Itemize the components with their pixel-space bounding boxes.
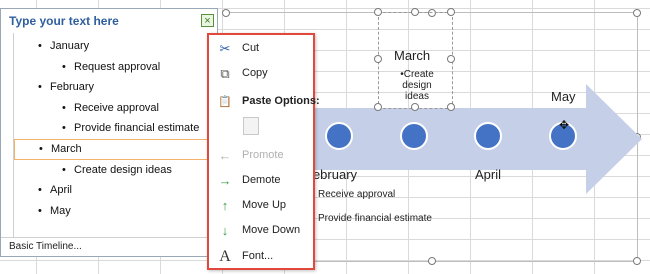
menu-item-label: Paste Options: [242, 95, 320, 107]
list-item-march-selected[interactable]: March [14, 139, 216, 160]
clipboard-icon: 📋 [218, 96, 232, 108]
font-icon: A [219, 248, 231, 265]
menu-item-label: Move Down [242, 224, 301, 236]
timeline-marker[interactable] [325, 122, 353, 150]
menu-item-font[interactable]: A Font... [209, 247, 313, 267]
arrow-up-icon: ↑ [221, 198, 229, 213]
list-item-february[interactable]: February [38, 81, 94, 93]
menu-item-move-down[interactable]: ↓ Move Down [209, 221, 313, 241]
list-item-january[interactable]: January [38, 40, 89, 52]
pane-divider [1, 237, 217, 238]
march-label: March [394, 48, 431, 63]
menu-item-move-up[interactable]: ↑ Move Up [209, 196, 313, 216]
text-pane-list[interactable]: January Request approval February Receiv… [13, 33, 218, 238]
april-label: April [475, 167, 502, 182]
resize-handle[interactable] [411, 8, 419, 16]
resize-handle[interactable] [411, 103, 419, 111]
menu-item-label: Demote [242, 174, 281, 186]
layout-name-link[interactable]: Basic Timeline... [9, 241, 82, 252]
resize-handle[interactable] [374, 55, 382, 63]
menu-item-label: Cut [242, 42, 260, 54]
menu-item-demote[interactable]: → Demote [209, 171, 313, 191]
menu-item-label: Promote [242, 149, 284, 161]
timeline-marker[interactable] [474, 122, 502, 150]
resize-handle[interactable] [633, 257, 641, 265]
menu-item-cut[interactable]: ✂ Cut [209, 39, 313, 59]
list-item-april[interactable]: April [38, 184, 72, 196]
paste-keep-formatting-icon[interactable] [243, 117, 259, 135]
resize-handle[interactable] [374, 103, 382, 111]
resize-handle[interactable] [447, 55, 455, 63]
list-item[interactable]: Create design ideas [62, 164, 172, 176]
resize-handle[interactable] [447, 8, 455, 16]
arrow-right-icon: → [218, 173, 232, 188]
pane-title: Type your text here [9, 14, 119, 28]
timeline-marker[interactable] [400, 122, 428, 150]
resize-handle[interactable] [428, 257, 436, 265]
list-item[interactable]: Request approval [62, 61, 160, 73]
arrow-left-icon: ← [218, 148, 232, 163]
menu-item-label: Move Up [242, 199, 287, 211]
menu-item-promote: ← Promote [209, 146, 313, 166]
feb-detail-1: Receive approval [318, 189, 396, 200]
context-menu[interactable]: ✂ Cut ⧉ Copy 📋 Paste Options: ← Promote … [207, 33, 320, 270]
move-cursor-icon: ✥ [559, 118, 570, 132]
scissors-icon: ✂ [219, 41, 231, 56]
resize-handle[interactable] [222, 9, 230, 17]
list-item[interactable]: Receive approval [62, 102, 159, 114]
resize-handle[interactable] [633, 9, 641, 17]
menu-item-copy[interactable]: ⧉ Copy [209, 64, 313, 84]
close-icon[interactable]: × [201, 14, 214, 27]
menu-item-label: Font... [242, 250, 274, 262]
list-item[interactable]: Provide financial estimate [62, 122, 199, 134]
march-detail: •Create design ideas [400, 69, 434, 102]
arrow-down-icon: ↓ [221, 223, 229, 238]
smartart-text-pane[interactable]: Type your text here × January Request ap… [0, 8, 218, 257]
feb-detail-2: Provide financial estimate [318, 213, 432, 224]
copy-icon: ⧉ [220, 66, 230, 81]
menu-paste-options-header: 📋 Paste Options: [209, 92, 319, 112]
may-label: May [551, 89, 576, 104]
resize-handle[interactable] [374, 8, 382, 16]
menu-item-label: Copy [242, 67, 268, 79]
list-item-may[interactable]: May [38, 205, 71, 217]
resize-handle[interactable] [447, 103, 455, 111]
